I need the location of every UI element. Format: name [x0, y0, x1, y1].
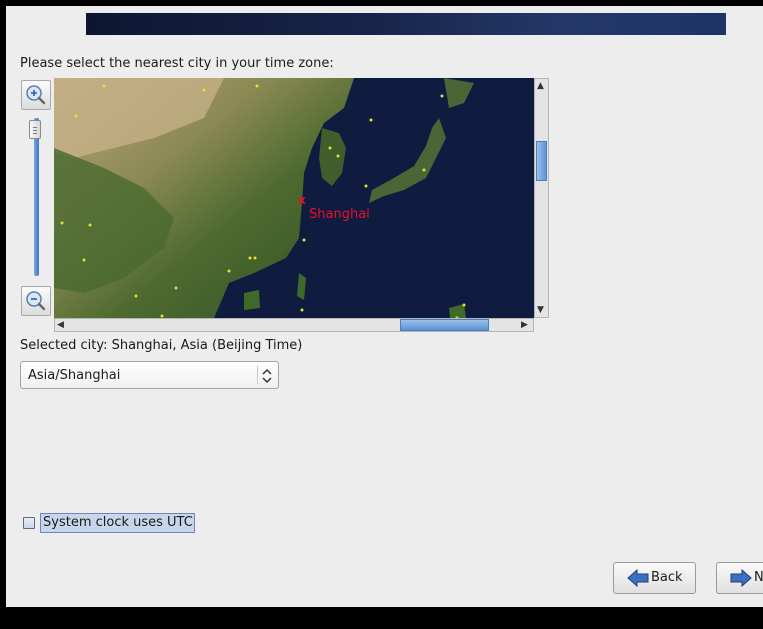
utc-checkbox[interactable]	[23, 517, 35, 529]
zoom-out-icon	[26, 291, 46, 311]
scroll-right-icon[interactable]: ▶	[521, 320, 528, 330]
up-down-arrows-icon	[262, 368, 272, 384]
map-vertical-scrollbar[interactable]: ▲ ▼	[534, 78, 549, 318]
timezone-map[interactable]: x Shanghai	[54, 78, 534, 318]
scroll-up-icon[interactable]: ▲	[537, 81, 544, 91]
right-arrow-icon	[730, 569, 752, 587]
scroll-down-icon[interactable]: ▼	[537, 305, 544, 315]
map-vertical-scroll-thumb[interactable]	[536, 141, 547, 181]
selected-city-marker: x	[298, 193, 306, 207]
satellite-map-image: x Shanghai	[54, 78, 534, 318]
combo-separator	[257, 366, 258, 384]
timezone-combo-value: Asia/Shanghai	[28, 368, 121, 383]
scroll-left-icon[interactable]: ◀	[57, 320, 64, 330]
zoom-slider-track[interactable]	[34, 118, 39, 276]
next-button[interactable]: Next	[716, 562, 763, 594]
zoom-slider-handle[interactable]	[29, 120, 41, 139]
map-horizontal-scrollbar[interactable]: ◀ ▶	[54, 318, 534, 332]
utc-checkbox-label[interactable]: System clock uses UTC	[40, 513, 195, 533]
header-banner	[86, 13, 726, 35]
selected-city-text: Selected city: Shanghai, Asia (Beijing T…	[20, 338, 303, 353]
back-button-label: Back	[651, 570, 683, 585]
next-button-label: Next	[754, 570, 763, 585]
timezone-combo[interactable]: Asia/Shanghai	[20, 361, 279, 389]
zoom-in-button[interactable]	[21, 80, 51, 110]
map-horizontal-scroll-thumb[interactable]	[400, 319, 489, 331]
timezone-prompt: Please select the nearest city in your t…	[20, 56, 334, 71]
left-arrow-icon	[627, 569, 649, 587]
zoom-out-button[interactable]	[21, 286, 51, 316]
zoom-in-icon	[26, 85, 46, 105]
back-button[interactable]: Back	[613, 562, 696, 594]
selected-city-label: Shanghai	[309, 207, 370, 222]
